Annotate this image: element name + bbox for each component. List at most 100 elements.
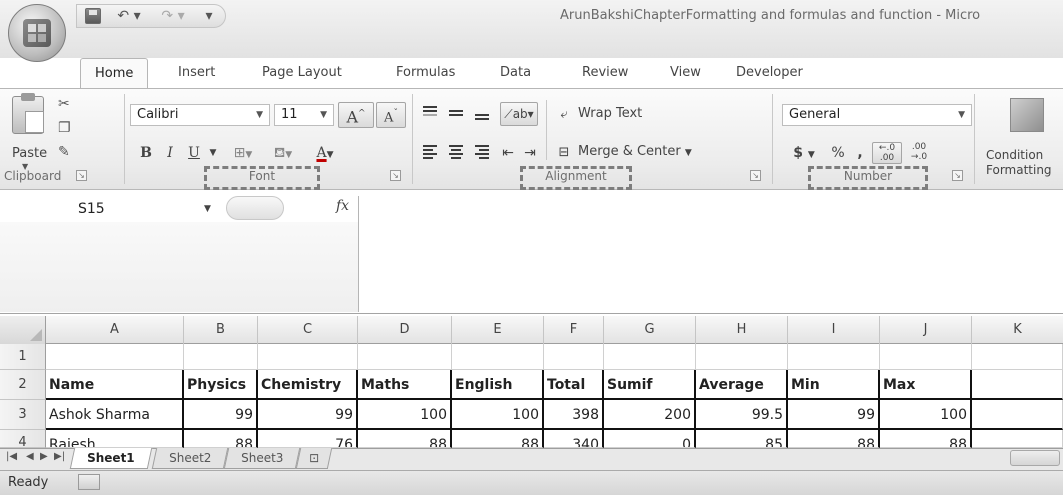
number-format-combo[interactable]: General ▼ bbox=[782, 104, 972, 126]
last-sheet-icon[interactable]: ▶| bbox=[54, 451, 65, 462]
shrink-font-button[interactable]: Aˇ bbox=[376, 102, 406, 128]
cell-f2[interactable]: Total bbox=[544, 370, 604, 400]
wrap-text-button[interactable]: Wrap Text bbox=[578, 106, 642, 121]
cell[interactable] bbox=[788, 344, 880, 370]
cell-g3[interactable]: 200 bbox=[604, 400, 696, 430]
comma-button[interactable]: , bbox=[852, 142, 868, 164]
column-header-d[interactable]: D bbox=[358, 316, 452, 344]
cell[interactable] bbox=[358, 344, 452, 370]
prev-sheet-icon[interactable]: ◀ bbox=[26, 451, 34, 462]
tab-data[interactable]: Data bbox=[500, 58, 531, 88]
tab-formulas[interactable]: Formulas bbox=[396, 58, 455, 88]
cell[interactable] bbox=[46, 344, 184, 370]
customize-toolbar-icon[interactable]: ▾ bbox=[201, 8, 217, 24]
wrap-text-icon[interactable]: ⤶ bbox=[554, 104, 574, 126]
cell-k2[interactable] bbox=[972, 370, 1063, 400]
font-size-combo[interactable]: 11 ▼ bbox=[274, 104, 334, 126]
tab-page-layout[interactable]: Page Layout bbox=[262, 58, 342, 88]
cell-h2[interactable]: Average bbox=[696, 370, 788, 400]
formula-input[interactable] bbox=[362, 196, 1062, 312]
tab-developer[interactable]: Developer bbox=[736, 58, 803, 88]
redo-icon[interactable]: ↷ ▾ bbox=[153, 8, 193, 24]
column-header-a[interactable]: A bbox=[46, 316, 184, 344]
alignment-launcher-icon[interactable]: ↘ bbox=[750, 170, 761, 181]
italic-button[interactable]: I bbox=[160, 142, 180, 164]
increase-decimal-icon[interactable]: ←.0.00 bbox=[872, 142, 902, 164]
column-header-k[interactable]: K bbox=[972, 316, 1063, 344]
cell-f3[interactable]: 398 bbox=[544, 400, 604, 430]
office-button[interactable] bbox=[8, 4, 66, 62]
fill-color-icon[interactable]: ⛾▼ bbox=[264, 142, 302, 166]
tab-home[interactable]: Home bbox=[80, 58, 149, 88]
cell[interactable] bbox=[972, 344, 1063, 370]
cell-g4[interactable]: 0 bbox=[604, 430, 696, 448]
align-bottom-icon[interactable] bbox=[472, 104, 492, 124]
column-header-e[interactable]: E bbox=[452, 316, 544, 344]
column-header-c[interactable]: C bbox=[258, 316, 358, 344]
cell[interactable] bbox=[604, 344, 696, 370]
cell[interactable] bbox=[452, 344, 544, 370]
sheet-tab-sheet2[interactable]: Sheet2 bbox=[151, 448, 229, 469]
column-header-g[interactable]: G bbox=[604, 316, 696, 344]
grow-font-button[interactable]: A^ bbox=[338, 102, 374, 128]
column-header-f[interactable]: F bbox=[544, 316, 604, 344]
cell-c3[interactable]: 99 bbox=[258, 400, 358, 430]
font-launcher-icon[interactable]: ↘ bbox=[390, 170, 401, 181]
paste-icon[interactable] bbox=[12, 93, 44, 134]
clipboard-launcher-icon[interactable]: ↘ bbox=[76, 170, 87, 181]
conditional-formatting-button[interactable]: Condition Formatting bbox=[986, 148, 1052, 178]
cell-d2[interactable]: Maths bbox=[358, 370, 452, 400]
select-all-corner[interactable] bbox=[0, 316, 46, 344]
align-middle-icon[interactable] bbox=[446, 104, 466, 124]
cell[interactable] bbox=[544, 344, 604, 370]
cell-h4[interactable]: 85 bbox=[696, 430, 788, 448]
cell-b4[interactable]: 88 bbox=[184, 430, 258, 448]
bold-button[interactable]: B bbox=[136, 142, 156, 164]
undo-icon[interactable]: ↶ ▾ bbox=[109, 8, 149, 24]
cell-b3[interactable]: 99 bbox=[184, 400, 258, 430]
font-color-button[interactable]: A▼ bbox=[306, 142, 344, 166]
cell-j3[interactable]: 100 bbox=[880, 400, 972, 430]
cell-k4[interactable] bbox=[972, 430, 1063, 448]
cell-a2[interactable]: Name bbox=[46, 370, 184, 400]
increase-indent-icon[interactable]: ⇥ bbox=[520, 142, 540, 164]
percent-button[interactable]: % bbox=[826, 142, 850, 164]
insert-function-icon[interactable]: fx bbox=[336, 198, 349, 214]
conditional-formatting-icon[interactable] bbox=[1010, 98, 1044, 132]
save-icon[interactable] bbox=[85, 8, 101, 24]
number-launcher-icon[interactable]: ↘ bbox=[952, 170, 963, 181]
cell-g2[interactable]: Sumif bbox=[604, 370, 696, 400]
column-header-i[interactable]: I bbox=[788, 316, 880, 344]
borders-icon[interactable]: ⊞▼ bbox=[226, 142, 260, 166]
cell-i4[interactable]: 88 bbox=[788, 430, 880, 448]
cell[interactable] bbox=[258, 344, 358, 370]
cell-e3[interactable]: 100 bbox=[452, 400, 544, 430]
align-left-icon[interactable] bbox=[420, 142, 440, 162]
decrease-indent-icon[interactable]: ⇤ bbox=[498, 142, 518, 164]
cell-h3[interactable]: 99.5 bbox=[696, 400, 788, 430]
cell-d4[interactable]: 88 bbox=[358, 430, 452, 448]
decrease-decimal-icon[interactable]: .00 →.0 bbox=[904, 142, 934, 164]
cell-e4[interactable]: 88 bbox=[452, 430, 544, 448]
row-header-4[interactable]: 4 bbox=[0, 430, 46, 448]
column-header-j[interactable]: J bbox=[880, 316, 972, 344]
cell-e2[interactable]: English bbox=[452, 370, 544, 400]
tab-view[interactable]: View bbox=[670, 58, 701, 88]
cut-icon[interactable]: ✂ bbox=[58, 96, 70, 112]
cell-c4[interactable]: 76 bbox=[258, 430, 358, 448]
cell-j4[interactable]: 88 bbox=[880, 430, 972, 448]
insert-sheet-button[interactable]: ⊡ bbox=[295, 448, 333, 469]
chevron-down-icon[interactable]: ▼ bbox=[206, 142, 220, 164]
cell-a4[interactable]: Rajesh bbox=[46, 430, 184, 448]
next-sheet-icon[interactable]: ▶ bbox=[40, 451, 48, 462]
cell[interactable] bbox=[184, 344, 258, 370]
row-header-3[interactable]: 3 bbox=[0, 400, 46, 430]
cell-i3[interactable]: 99 bbox=[788, 400, 880, 430]
format-painter-icon[interactable]: ✎ bbox=[58, 144, 70, 160]
row-header-2[interactable]: 2 bbox=[0, 370, 46, 400]
align-center-icon[interactable] bbox=[446, 142, 466, 162]
cell-b2[interactable]: Physics bbox=[184, 370, 258, 400]
currency-button[interactable]: $ ▼ bbox=[784, 142, 824, 166]
tab-review[interactable]: Review bbox=[582, 58, 628, 88]
chevron-down-icon[interactable]: ▼ bbox=[204, 196, 211, 222]
